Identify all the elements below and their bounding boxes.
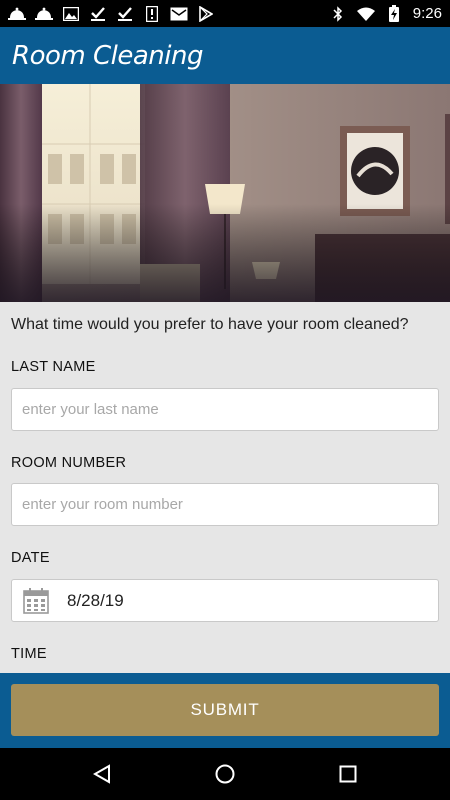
time-label: TIME bbox=[11, 646, 47, 662]
bell-icon bbox=[35, 6, 53, 22]
home-icon[interactable] bbox=[205, 754, 245, 794]
back-icon[interactable] bbox=[82, 754, 122, 794]
date-value: 8/28/19 bbox=[67, 590, 124, 610]
form-prompt: What time would you prefer to have your … bbox=[11, 316, 409, 333]
recents-icon[interactable] bbox=[328, 754, 368, 794]
last-name-input[interactable] bbox=[11, 388, 439, 431]
system-nav-bar bbox=[0, 748, 450, 800]
submit-bar: SUBMIT bbox=[0, 673, 450, 748]
date-picker-field[interactable]: 8/28/19 bbox=[11, 579, 439, 622]
room-number-label: ROOM NUMBER bbox=[11, 455, 127, 471]
last-name-label: LAST NAME bbox=[11, 359, 96, 375]
calendar-icon bbox=[23, 587, 49, 614]
cleaning-form: What time would you prefer to have your … bbox=[0, 302, 450, 673]
wifi-icon bbox=[356, 6, 375, 22]
mail-icon bbox=[170, 6, 188, 22]
battery-charging-icon bbox=[385, 5, 403, 22]
check-icon bbox=[89, 6, 107, 22]
play-store-icon bbox=[197, 5, 215, 22]
bell-icon bbox=[8, 6, 26, 22]
status-bar: 9:26 bbox=[0, 0, 450, 27]
system-icons: 9:26 bbox=[329, 5, 442, 22]
bluetooth-icon bbox=[329, 5, 347, 22]
submit-button[interactable]: SUBMIT bbox=[11, 684, 439, 736]
room-number-input[interactable] bbox=[11, 483, 439, 526]
image-icon bbox=[62, 6, 80, 22]
alert-icon bbox=[143, 5, 161, 22]
notification-icons bbox=[8, 5, 215, 22]
page-title: Room Cleaning bbox=[12, 40, 203, 71]
app-bar: Room Cleaning bbox=[0, 27, 450, 84]
check-icon bbox=[116, 6, 134, 22]
clock-time: 9:26 bbox=[412, 5, 442, 22]
hero-room-photo bbox=[0, 84, 450, 302]
date-label: DATE bbox=[11, 550, 50, 566]
